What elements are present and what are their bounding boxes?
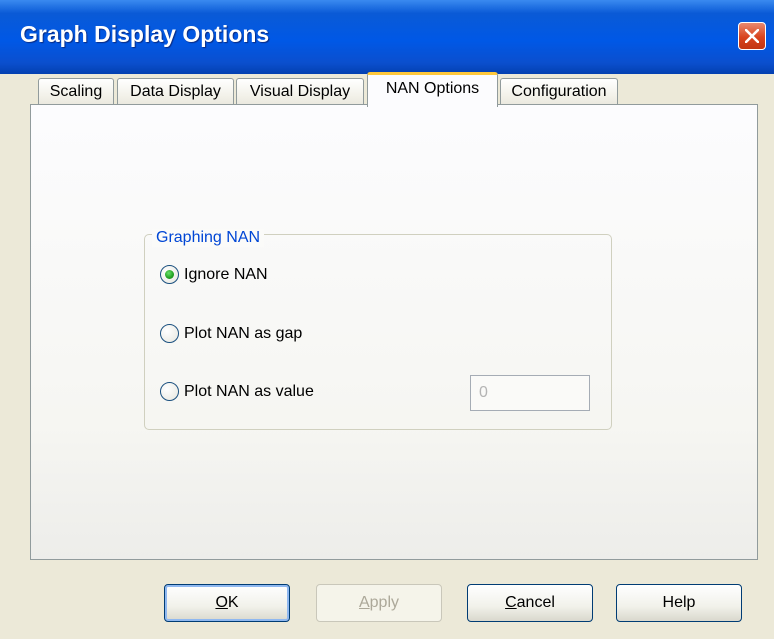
radio-plot-nan-as-gap[interactable]: Plot NAN as gap bbox=[160, 323, 350, 345]
radio-label: Ignore NAN bbox=[184, 266, 268, 283]
ok-button[interactable]: OK bbox=[164, 584, 290, 622]
radio-button[interactable] bbox=[160, 324, 179, 343]
tab-scaling[interactable]: Scaling bbox=[38, 78, 114, 106]
tab-configuration[interactable]: Configuration bbox=[500, 78, 618, 106]
radio-button[interactable] bbox=[160, 382, 179, 401]
cancel-button[interactable]: Cancel bbox=[467, 584, 593, 622]
tab-data-display[interactable]: Data Display bbox=[117, 78, 234, 106]
close-x-icon bbox=[745, 29, 759, 43]
window-title: Graph Display Options bbox=[20, 21, 270, 47]
group-title: Graphing NAN bbox=[152, 229, 265, 247]
cancel-label-rest: ancel bbox=[516, 594, 555, 611]
cancel-mnemonic: C bbox=[505, 594, 517, 611]
radio-dot-icon bbox=[165, 270, 174, 279]
radio-label: Plot NAN as gap bbox=[184, 325, 303, 342]
tab-nan-options[interactable]: NAN Options bbox=[367, 72, 498, 107]
apply-mnemonic: A bbox=[358, 594, 370, 611]
close-button[interactable] bbox=[738, 22, 766, 50]
tab-visual-display[interactable]: Visual Display bbox=[236, 78, 364, 106]
ok-label-rest: K bbox=[227, 594, 239, 611]
ok-mnemonic: O bbox=[215, 594, 228, 611]
radio-plot-nan-as-value[interactable]: Plot NAN as value bbox=[160, 381, 360, 403]
nan-value-input[interactable]: 0 bbox=[470, 375, 590, 411]
apply-label-rest: pply bbox=[369, 594, 400, 611]
help-button[interactable]: Help bbox=[616, 584, 742, 622]
dialog-window: Graph Display Options Scaling Data Displ… bbox=[0, 0, 774, 639]
title-bar[interactable]: Graph Display Options bbox=[0, 0, 774, 74]
tab-strip: Scaling Data Display Visual Display NAN … bbox=[30, 70, 760, 107]
apply-button[interactable]: Apply bbox=[316, 584, 442, 622]
radio-ignore-nan[interactable]: Ignore NAN bbox=[160, 264, 320, 286]
radio-label: Plot NAN as value bbox=[184, 383, 314, 400]
radio-button-selected[interactable] bbox=[160, 265, 179, 284]
